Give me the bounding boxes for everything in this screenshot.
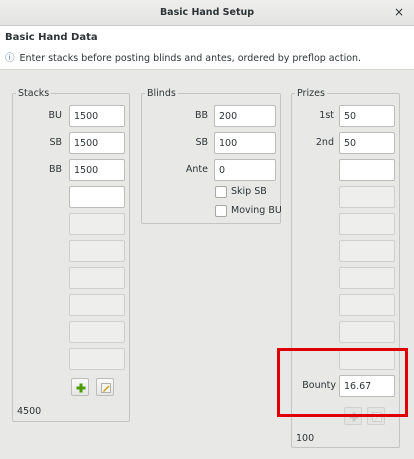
stack-input-8[interactable] — [69, 294, 125, 316]
stacks-legend: Stacks — [18, 88, 50, 99]
stack-label-bu: BU — [48, 110, 62, 121]
header-panel: Basic Hand Data ⓘ Enter stacks before po… — [0, 26, 414, 70]
prize-input-3[interactable] — [339, 159, 395, 181]
skip-sb-label: Skip SB — [231, 186, 267, 197]
stack-input-5[interactable] — [69, 213, 125, 235]
prize-input-1st[interactable] — [339, 105, 395, 127]
moving-bu-checkbox-row[interactable]: Moving BU — [215, 205, 282, 219]
prizes-total: 100 — [296, 433, 315, 444]
edit-icon — [101, 383, 111, 393]
sb-label: SB — [195, 137, 208, 148]
info-icon: ⓘ — [5, 53, 15, 64]
header-title: Basic Hand Data — [5, 32, 98, 43]
title-bar: Basic Hand Setup × — [0, 0, 414, 26]
edit-stack-button[interactable] — [96, 378, 114, 396]
stacks-total: 4500 — [17, 406, 42, 417]
bounty-label: Bounty — [302, 380, 336, 391]
blinds-legend: Blinds — [147, 88, 176, 99]
plus-icon — [349, 412, 359, 422]
prize-label-1st: 1st — [319, 110, 334, 121]
stack-label-bb: BB — [48, 164, 62, 175]
ante-input[interactable] — [214, 159, 276, 181]
stack-input-9[interactable] — [69, 321, 125, 343]
edit-icon — [372, 412, 382, 422]
edit-prize-button[interactable] — [367, 407, 385, 425]
stack-input-sb[interactable] — [69, 132, 125, 154]
stack-input-bb[interactable] — [69, 159, 125, 181]
add-stack-button[interactable] — [71, 378, 89, 396]
moving-bu-checkbox[interactable] — [215, 205, 227, 217]
close-icon[interactable]: × — [392, 5, 406, 19]
stack-input-4[interactable] — [69, 186, 125, 208]
prize-input-9[interactable] — [339, 321, 395, 343]
header-description-text: Enter stacks before posting blinds and a… — [19, 53, 362, 64]
bb-input[interactable] — [214, 105, 276, 127]
stack-input-7[interactable] — [69, 267, 125, 289]
prize-input-6[interactable] — [339, 240, 395, 262]
bounty-input[interactable] — [339, 375, 395, 397]
stack-input-10[interactable] — [69, 348, 125, 370]
ante-label: Ante — [185, 164, 208, 175]
moving-bu-label: Moving BU — [231, 205, 282, 216]
stack-input-bu[interactable] — [69, 105, 125, 127]
add-prize-button[interactable] — [344, 407, 362, 425]
stack-label-sb: SB — [49, 137, 62, 148]
prize-label-2nd: 2nd — [315, 137, 334, 148]
bb-label: BB — [194, 110, 208, 121]
prize-input-10[interactable] — [339, 348, 395, 370]
plus-icon — [76, 383, 86, 393]
prizes-legend: Prizes — [297, 88, 325, 99]
window-title: Basic Hand Setup — [159, 7, 255, 18]
header-description: ⓘ Enter stacks before posting blinds and… — [5, 50, 361, 64]
prize-input-4[interactable] — [339, 186, 395, 208]
prize-input-5[interactable] — [339, 213, 395, 235]
prize-input-2nd[interactable] — [339, 132, 395, 154]
stack-input-6[interactable] — [69, 240, 125, 262]
sb-input[interactable] — [214, 132, 276, 154]
prize-input-7[interactable] — [339, 267, 395, 289]
skip-sb-checkbox[interactable] — [215, 186, 227, 198]
skip-sb-checkbox-row[interactable]: Skip SB — [215, 186, 277, 200]
prize-input-8[interactable] — [339, 294, 395, 316]
